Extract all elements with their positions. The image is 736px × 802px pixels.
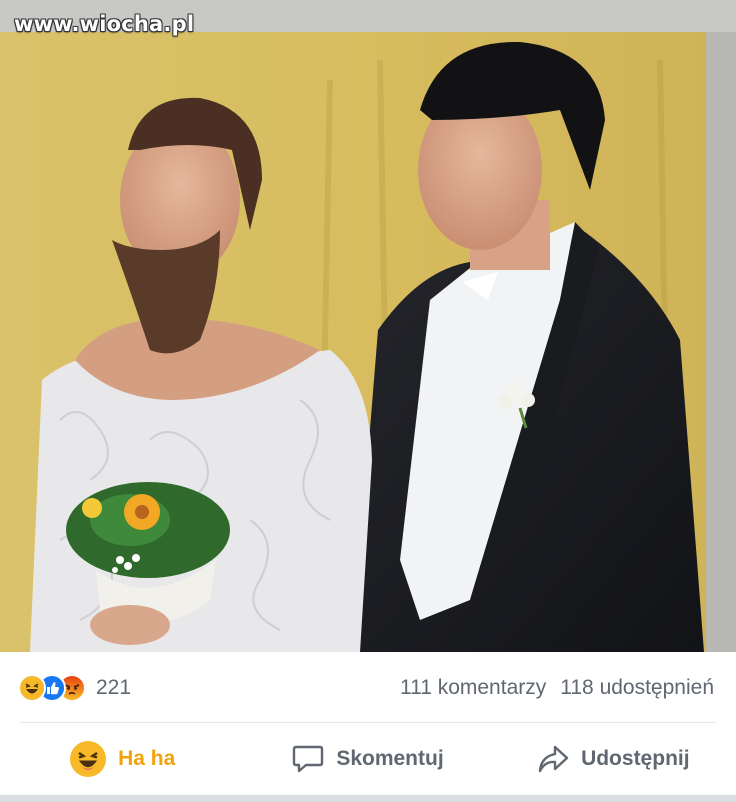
reactions-summary[interactable]: 221 (18, 672, 131, 704)
post-photo[interactable]: www.wiocha.pl (0, 0, 736, 652)
post-action-bar: Ha ha Skomentuj Udostępnij (0, 723, 736, 795)
wedding-photo-illustration (0, 0, 736, 652)
haha-reaction-label: Ha ha (118, 747, 176, 770)
haha-icon (70, 741, 107, 777)
comments-count-link[interactable]: 111 komentarzy (400, 676, 546, 699)
haha-icon (18, 674, 46, 702)
post-stats-bar: 221 111 komentarzy 118 udostępnień (0, 652, 736, 724)
share-button[interactable]: Udostępnij (491, 723, 736, 795)
shares-count-link[interactable]: 118 udostępnień (560, 676, 714, 699)
comment-label: Skomentuj (336, 747, 444, 770)
comment-bubble-icon (292, 744, 324, 774)
reaction-count: 221 (96, 676, 132, 699)
share-arrow-icon (537, 744, 569, 774)
engagement-counts: 111 komentarzy 118 udostępnień (400, 676, 714, 700)
share-label: Udostępnij (581, 747, 690, 770)
watermark-text: www.wiocha.pl (14, 12, 195, 36)
haha-reaction-button[interactable]: Ha ha (0, 723, 245, 795)
post-separator (0, 795, 736, 802)
comment-button[interactable]: Skomentuj (245, 723, 490, 795)
